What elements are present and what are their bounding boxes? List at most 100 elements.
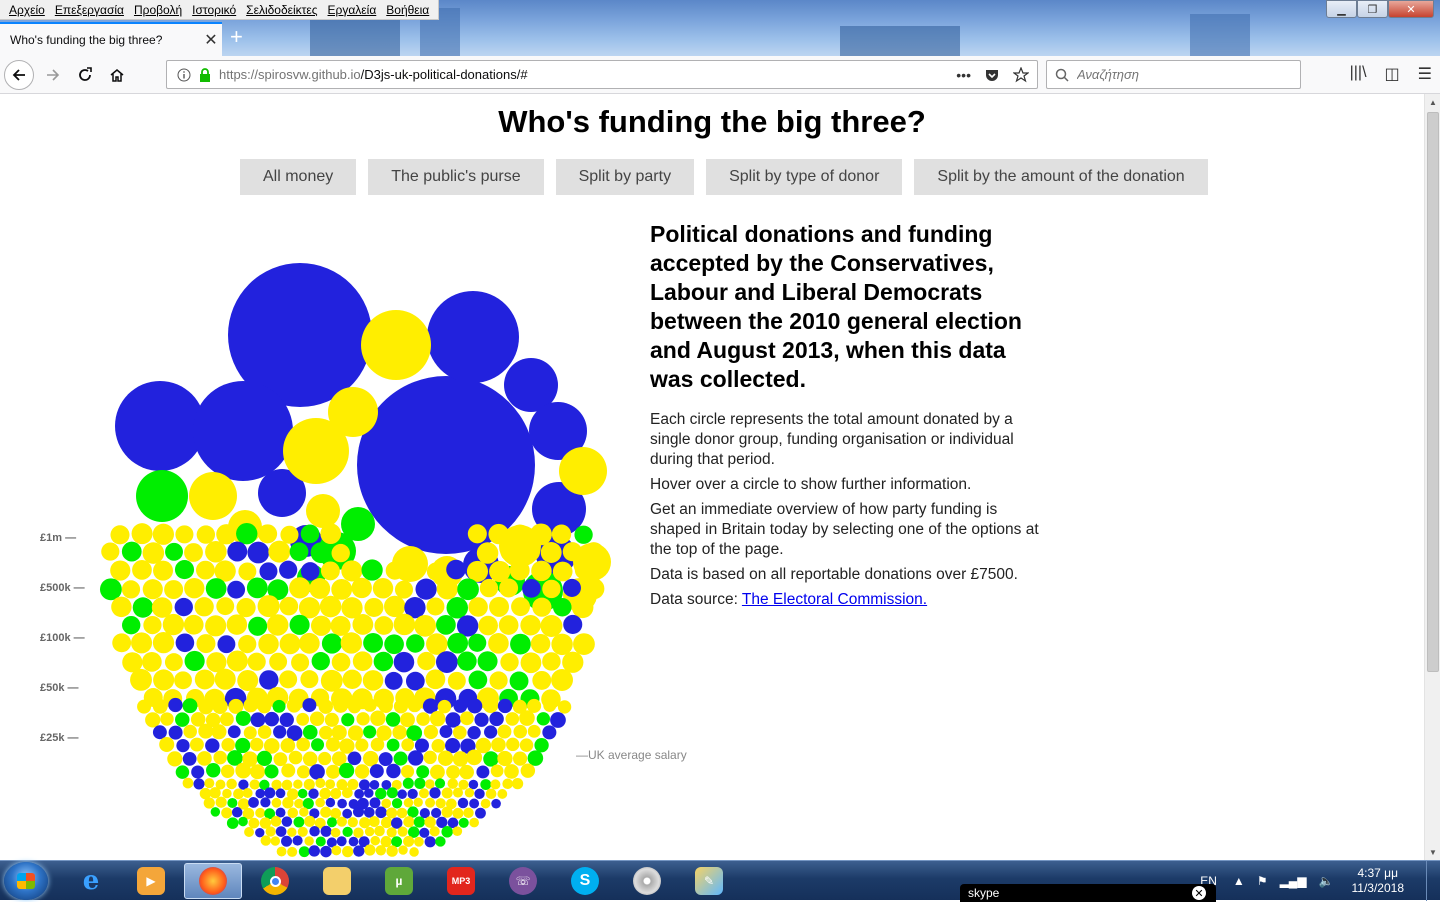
donor-bubble[interactable] [347, 751, 362, 766]
donor-bubble[interactable] [552, 561, 573, 582]
donor-bubble[interactable] [342, 846, 354, 858]
donor-bubble[interactable] [325, 797, 336, 808]
donor-bubble[interactable] [520, 652, 542, 674]
donor-bubble[interactable] [257, 699, 272, 714]
donor-bubble[interactable] [226, 778, 237, 790]
donor-bubble[interactable] [534, 738, 549, 753]
donor-bubble[interactable] [500, 652, 519, 672]
split-by-amount-button[interactable]: Split by the amount of the donation [914, 159, 1208, 195]
donor-bubble[interactable] [264, 764, 279, 779]
donor-bubble[interactable] [289, 542, 309, 562]
donor-bubble-large[interactable] [193, 381, 293, 481]
donor-bubble[interactable] [308, 788, 319, 799]
donor-bubble[interactable] [419, 827, 430, 838]
public-purse-button[interactable]: The public's purse [368, 159, 544, 195]
donor-bubble[interactable] [212, 698, 228, 714]
donor-bubble[interactable] [347, 817, 358, 828]
donor-bubble[interactable] [393, 651, 415, 673]
donor-bubble[interactable] [175, 712, 190, 727]
donor-bubble[interactable] [237, 670, 259, 691]
donor-bubble[interactable] [474, 712, 489, 727]
donor-bubble[interactable] [437, 750, 454, 766]
donor-bubble[interactable] [291, 653, 310, 672]
donor-bubble[interactable] [512, 751, 528, 766]
donor-bubble[interactable] [583, 578, 605, 600]
donor-bubble[interactable] [429, 710, 446, 727]
network-icon[interactable]: ▂▄▆ [1280, 874, 1307, 888]
donor-bubble[interactable] [132, 597, 154, 618]
donor-bubble[interactable] [469, 798, 480, 809]
donor-bubble[interactable] [375, 845, 387, 856]
donor-bubble[interactable] [386, 807, 398, 819]
donor-bubble[interactable] [264, 711, 280, 727]
donor-bubble[interactable] [268, 540, 291, 563]
donor-bubble[interactable] [574, 525, 593, 544]
donor-bubble[interactable] [132, 560, 152, 580]
donor-bubble[interactable] [236, 598, 256, 618]
search-input[interactable] [1077, 67, 1277, 82]
donor-bubble[interactable] [414, 777, 426, 789]
donor-bubble[interactable] [551, 669, 573, 691]
donor-bubble[interactable] [266, 614, 289, 636]
donor-bubble[interactable] [342, 669, 362, 689]
info-icon[interactable] [177, 68, 191, 82]
donor-bubble[interactable] [242, 788, 253, 798]
donor-bubble[interactable] [519, 710, 535, 726]
donor-bubble[interactable] [121, 541, 142, 562]
donor-bubble[interactable] [320, 806, 332, 818]
reload-button[interactable] [70, 60, 100, 90]
donor-bubble-large[interactable] [559, 447, 607, 495]
donor-bubble[interactable] [194, 597, 214, 617]
donor-bubble[interactable] [315, 836, 326, 847]
donor-bubble[interactable] [424, 816, 436, 828]
donor-bubble[interactable] [339, 738, 355, 754]
donor-bubble[interactable] [248, 616, 268, 636]
donor-bubble[interactable] [233, 788, 244, 800]
donor-bubble[interactable] [431, 738, 446, 753]
donor-bubble[interactable] [248, 817, 260, 829]
donor-bubble[interactable] [320, 845, 332, 858]
donor-bubble-large[interactable] [136, 470, 188, 522]
donor-bubble[interactable] [404, 560, 424, 580]
search-bar[interactable] [1046, 60, 1301, 89]
donor-bubble[interactable] [270, 836, 281, 846]
start-button[interactable] [4, 862, 48, 900]
donor-bubble[interactable] [497, 724, 512, 739]
donor-bubble[interactable] [458, 817, 469, 828]
donor-bubble[interactable] [574, 561, 594, 580]
donor-bubble-large[interactable] [341, 507, 375, 541]
donor-bubble[interactable] [211, 724, 227, 740]
donor-bubble[interactable] [319, 787, 331, 800]
donor-bubble-large[interactable] [427, 291, 519, 383]
donor-bubble[interactable] [506, 737, 520, 752]
donor-bubble[interactable] [206, 763, 221, 778]
donor-bubble[interactable] [409, 847, 419, 857]
donor-bubble[interactable] [152, 631, 175, 654]
menu-file[interactable]: Αρχείο [4, 3, 50, 17]
donor-bubble[interactable] [168, 697, 183, 713]
donor-bubble[interactable] [355, 738, 369, 752]
donor-bubble[interactable] [527, 724, 541, 738]
donor-bubble[interactable] [452, 787, 464, 798]
donor-bubble[interactable] [342, 787, 353, 799]
donor-bubble[interactable] [392, 725, 407, 740]
donor-bubble[interactable] [446, 765, 461, 780]
donor-bubble[interactable] [460, 711, 474, 726]
library-icon[interactable]: |||\ [1350, 64, 1367, 84]
donor-bubble[interactable] [426, 597, 445, 616]
donor-bubble[interactable] [361, 559, 383, 581]
menu-bookmarks[interactable]: Σελιδοδείκτες [241, 3, 322, 17]
donor-bubble[interactable] [336, 836, 347, 847]
donor-bubble[interactable] [445, 712, 461, 728]
donor-bubble[interactable] [485, 788, 497, 800]
donor-bubble[interactable] [330, 827, 341, 838]
donor-bubble[interactable] [463, 807, 474, 819]
donor-bubble[interactable] [431, 807, 442, 818]
donor-bubble[interactable] [247, 541, 270, 564]
donor-bubble[interactable] [426, 562, 446, 581]
donor-bubble[interactable] [531, 560, 552, 582]
flag-icon[interactable]: ⚑ [1257, 874, 1268, 888]
donor-bubble[interactable] [491, 798, 501, 809]
donor-bubble[interactable] [499, 578, 519, 598]
donor-bubble[interactable] [478, 615, 498, 636]
